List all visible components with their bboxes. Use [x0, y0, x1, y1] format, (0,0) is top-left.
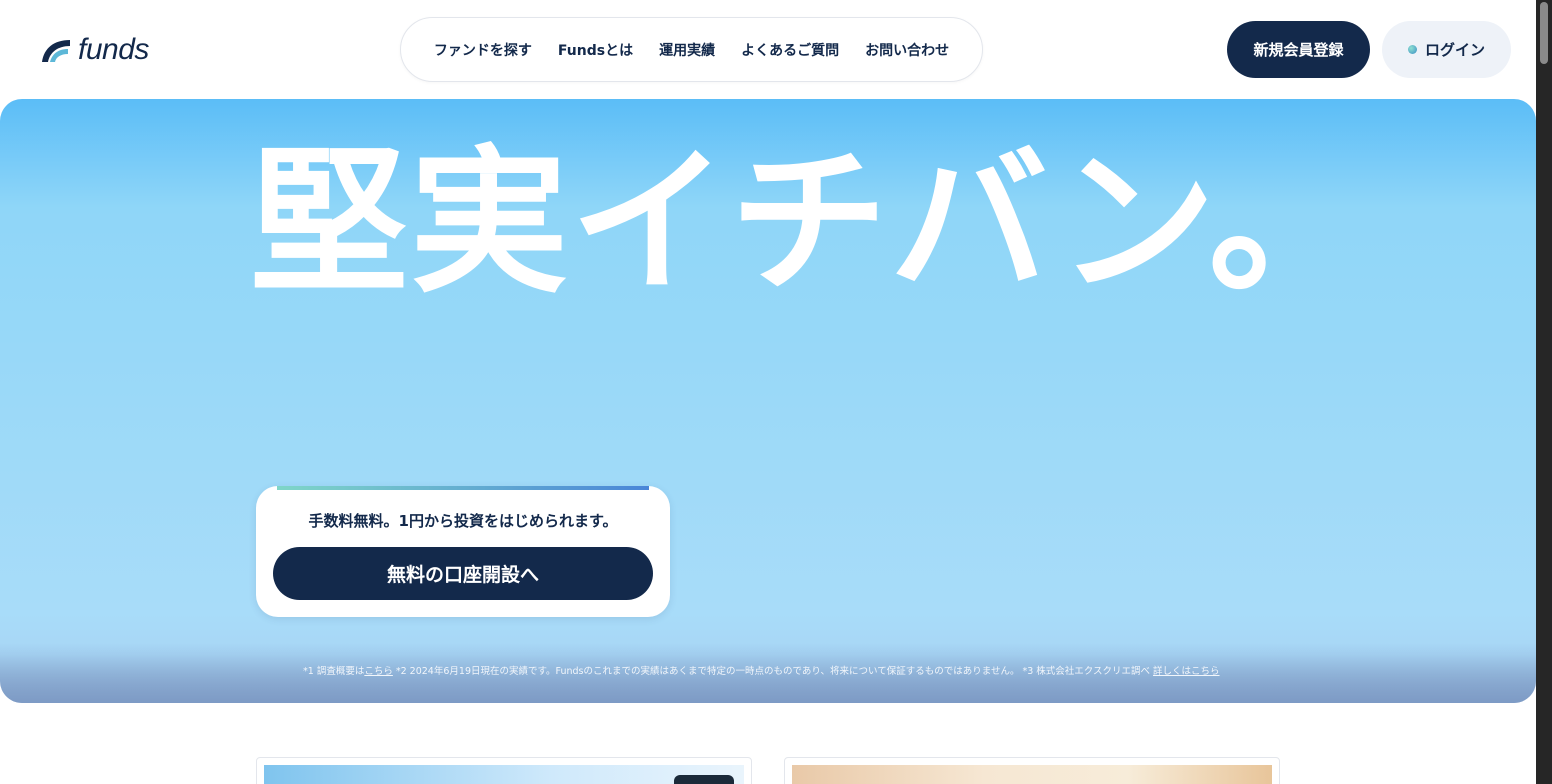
hero-title: 堅実イチバン。 — [250, 131, 1369, 315]
login-dot-icon — [1407, 45, 1417, 54]
footnote-part-1: *1 調査概要は — [303, 666, 365, 677]
footnote-survey-link[interactable]: こちら — [364, 666, 393, 677]
cta-card: 手数料無料。1円から投資をはじめられます。 無料の口座開設へ — [256, 486, 670, 617]
login-label: ログイン — [1424, 42, 1485, 59]
nav-item-faq[interactable]: よくあるご質問 — [741, 40, 839, 60]
cta-text: 手数料無料。1円から投資をはじめられます。 — [308, 512, 618, 530]
funds-logo[interactable]: funds — [40, 33, 149, 67]
hero-banner: 堅実イチバン。 手数料無料。1円から投資をはじめられます。 無料の口座開設へ *… — [0, 99, 1536, 703]
feature-card-left-image — [264, 765, 744, 784]
feature-card-left[interactable] — [256, 757, 752, 784]
logo-text: funds — [78, 33, 149, 66]
site-header: funds ファンドを探す Fundsとは 運用実績 よくあるご質問 お問い合わ… — [0, 0, 1536, 99]
nav-item-contact[interactable]: お問い合わせ — [865, 40, 949, 60]
login-button[interactable]: ログイン — [1382, 21, 1511, 78]
register-button[interactable]: 新規会員登録 — [1227, 21, 1370, 78]
cta-card-accent-bar — [277, 486, 649, 490]
nav-item-performance[interactable]: 運用実績 — [659, 40, 715, 60]
feature-card-right-image — [792, 765, 1272, 784]
nav-item-search-funds[interactable]: ファンドを探す — [434, 40, 532, 60]
nav-item-about[interactable]: Fundsとは — [558, 40, 633, 60]
funds-logo-icon — [42, 40, 70, 62]
footnote-part-2: *2 2024年6月19日現在の実績です。Fundsのこれまでの実績はあくまで特… — [392, 666, 1154, 677]
hero-footnote: *1 調査概要はこちら *2 2024年6月19日現在の実績です。Fundsのこ… — [303, 664, 1243, 679]
feature-card-right[interactable] — [784, 757, 1280, 784]
scrollbar-thumb[interactable] — [1540, 2, 1548, 64]
main-nav: ファンドを探す Fundsとは 運用実績 よくあるご質問 お問い合わせ — [400, 17, 983, 82]
open-account-button[interactable]: 無料の口座開設へ — [273, 547, 653, 600]
footnote-details-link[interactable]: 詳しくはこちら — [1153, 666, 1220, 677]
page-scrollbar[interactable] — [1536, 0, 1552, 784]
